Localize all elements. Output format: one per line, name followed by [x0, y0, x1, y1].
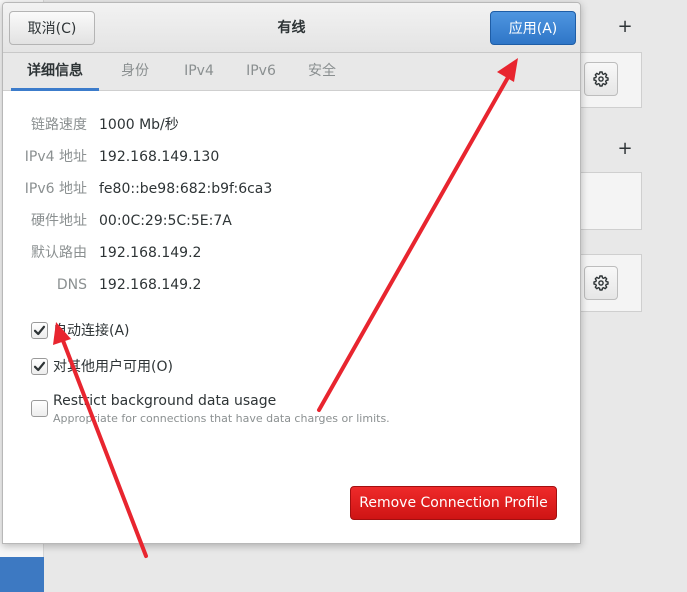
all-users-label[interactable]: 对其他用户可用(O): [53, 357, 173, 377]
detail-label: 默认路由: [31, 245, 87, 261]
detail-row-link-speed: 链路速度 1000 Mb/秒: [3, 115, 580, 135]
detail-row-hardware-address: 硬件地址 00:0C:29:5C:5E:7A: [3, 211, 580, 231]
add-connection-icon[interactable]: +: [617, 18, 633, 36]
detail-label: 链路速度: [31, 117, 87, 133]
restrict-data-label[interactable]: Restrict background data usage: [53, 391, 276, 411]
detail-label: 硬件地址: [31, 213, 87, 229]
gear-icon-glyph: [593, 71, 609, 87]
detail-value: fe80::be98:682:b9f:6ca3: [99, 181, 273, 197]
apply-button[interactable]: 应用(A): [490, 11, 576, 45]
gear-icon[interactable]: [584, 62, 618, 96]
tab-ipv6[interactable]: IPv6: [233, 53, 289, 91]
detail-value: 1000 Mb/秒: [99, 117, 179, 133]
auto-connect-checkbox[interactable]: [31, 322, 48, 339]
detail-row-ipv4: IPv4 地址 192.168.149.130: [3, 147, 580, 167]
cancel-button[interactable]: 取消(C): [9, 11, 95, 45]
tab-security[interactable]: 安全: [294, 53, 350, 91]
detail-value: 192.168.149.2: [99, 277, 202, 293]
detail-row-default-route: 默认路由 192.168.149.2: [3, 243, 580, 263]
restrict-data-description: Appropriate for connections that have da…: [53, 412, 390, 425]
gear-icon[interactable]: [584, 266, 618, 300]
background-sidebar-selected-item[interactable]: [0, 557, 44, 592]
detail-label: IPv4 地址: [24, 149, 87, 165]
remove-connection-profile-button[interactable]: Remove Connection Profile: [350, 486, 557, 520]
detail-row-ipv6: IPv6 地址 fe80::be98:682:b9f:6ca3: [3, 179, 580, 199]
all-users-checkbox[interactable]: [31, 358, 48, 375]
tab-ipv4[interactable]: IPv4: [171, 53, 227, 91]
detail-label: IPv6 地址: [24, 181, 87, 197]
gear-icon-glyph: [593, 275, 609, 291]
detail-value: 192.168.149.2: [99, 245, 202, 261]
detail-value: 192.168.149.130: [99, 149, 220, 165]
add-vpn-icon[interactable]: +: [617, 140, 633, 158]
restrict-data-checkbox[interactable]: [31, 400, 48, 417]
checkmark-icon: [33, 361, 46, 372]
wired-settings-dialog: 取消(C) 有线 应用(A) 详细信息 身份 IPv4 IPv6 安全 链路速度…: [2, 2, 581, 544]
detail-value: 00:0C:29:5C:5E:7A: [99, 213, 232, 229]
dialog-header: 取消(C) 有线 应用(A): [3, 3, 580, 53]
detail-label: DNS: [56, 277, 87, 293]
tab-details[interactable]: 详细信息: [11, 53, 99, 91]
details-panel: 链路速度 1000 Mb/秒 IPv4 地址 192.168.149.130 I…: [3, 91, 580, 543]
tab-bar: 详细信息 身份 IPv4 IPv6 安全: [3, 53, 580, 91]
tab-identity[interactable]: 身份: [106, 53, 164, 91]
checkmark-icon: [33, 325, 46, 336]
detail-row-dns: DNS 192.168.149.2: [3, 275, 580, 295]
auto-connect-label[interactable]: 自动连接(A): [53, 321, 130, 341]
